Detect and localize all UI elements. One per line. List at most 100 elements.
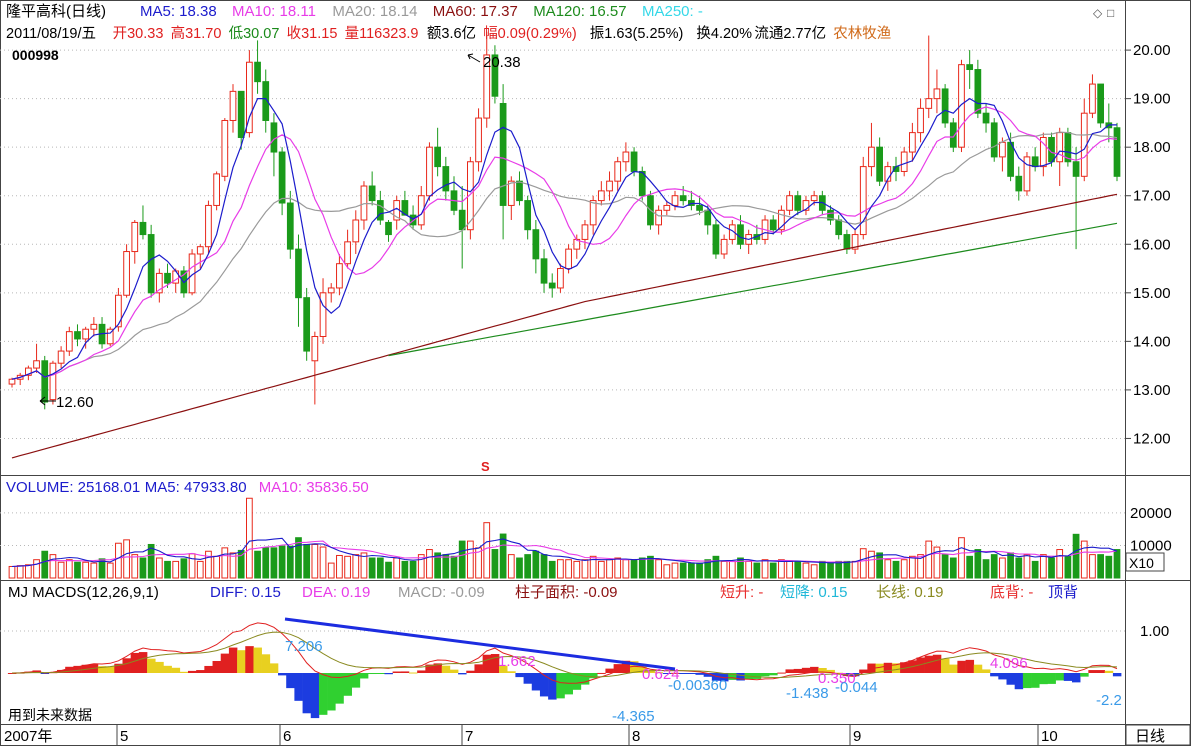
chart-frame — [0, 0, 1191, 746]
volume-tick-label: 20000 — [1130, 505, 1172, 522]
macd-bar — [515, 673, 524, 678]
candle — [368, 171, 376, 206]
candle-body — [655, 209, 662, 226]
candle — [221, 118, 229, 182]
candle — [352, 210, 360, 254]
candle — [229, 84, 237, 133]
macd-bar — [228, 647, 238, 673]
volume-bar — [319, 546, 327, 579]
restore-window-icon[interactable]: □ — [1107, 6, 1114, 20]
macd-bar — [589, 673, 598, 679]
macd-bar — [548, 673, 557, 700]
macd-value-label: 1.662 — [498, 653, 536, 670]
candle — [933, 69, 941, 114]
macd-bar — [793, 668, 803, 673]
volume-bar — [401, 560, 409, 579]
quote-field: 2011/08/19/五 — [6, 26, 96, 42]
candle-body — [925, 98, 933, 109]
volume-bar — [311, 543, 319, 579]
volume-bar — [974, 549, 982, 579]
candle — [557, 263, 564, 293]
macd-bar — [752, 673, 762, 679]
macd-legend: MJ MACDS(12,26,9,1) DIFF: 0.15 DEA: 0.19 MA… — [8, 584, 1078, 601]
candle-body — [352, 219, 360, 243]
volume-bar — [499, 533, 507, 579]
volume-bar — [524, 554, 532, 579]
volume-bar — [491, 549, 499, 579]
macd-bar — [785, 669, 794, 673]
volume-bar — [507, 554, 515, 579]
candle — [925, 35, 933, 119]
diamond-icon[interactable]: ◇ — [1093, 6, 1103, 20]
candle-body — [909, 132, 916, 153]
candle-body — [606, 180, 613, 192]
macd-value-label: -0.044 — [835, 679, 878, 696]
ma120-line — [388, 222, 1118, 357]
volume-bar — [769, 562, 777, 579]
candle-body — [1031, 156, 1039, 168]
volume-bar — [516, 557, 523, 579]
volume-bar — [573, 560, 581, 579]
month-label: 10 — [1041, 728, 1058, 745]
volume-bar — [286, 545, 294, 579]
volume-bars — [8, 497, 1121, 579]
volume-bar — [688, 562, 695, 579]
candle — [835, 215, 843, 240]
macd-value-label: -2.2 — [1096, 692, 1122, 709]
volume-bar — [131, 554, 139, 579]
candle-body — [286, 202, 294, 250]
macd-bar — [801, 667, 811, 673]
volume-legend-item: VOLUME: 25168.01 — [6, 479, 140, 496]
macd-bar — [245, 646, 254, 673]
macd-bar — [417, 670, 426, 673]
candle — [426, 142, 433, 201]
candle — [417, 186, 425, 230]
volume-bar — [892, 560, 900, 579]
macd-legend-item: MJ MACDS(12,26,9,1) — [8, 584, 159, 601]
period-label[interactable]: 日线 — [1135, 728, 1165, 745]
volume-bar — [115, 542, 122, 579]
candle-body — [499, 102, 507, 206]
quote-field: 开30.33 — [113, 26, 164, 42]
price-tick-label: 13.00 — [1133, 382, 1171, 399]
volume-bar — [295, 537, 302, 579]
volume-bar — [221, 547, 229, 579]
macd-legend-item: MACD: -0.09 — [398, 584, 485, 601]
candle — [597, 181, 605, 206]
candle-body — [57, 350, 65, 364]
candle — [655, 205, 662, 235]
volume-bar — [1113, 549, 1121, 579]
volume-bar — [900, 559, 908, 579]
candle-body — [426, 146, 433, 197]
volume-bar — [663, 564, 671, 579]
candle — [1056, 127, 1064, 187]
candle-body — [123, 251, 130, 296]
candle-body — [589, 200, 597, 226]
candle — [868, 122, 875, 177]
volume-bar — [843, 560, 851, 579]
macd-bar — [597, 672, 606, 674]
macd-bar — [318, 673, 328, 715]
candle-body — [671, 195, 679, 206]
volume-bar — [778, 559, 785, 579]
ma-legend-item: MA5: 18.38 — [140, 3, 217, 20]
volume-bar — [941, 554, 949, 579]
macd-bar — [376, 673, 385, 674]
candle — [516, 171, 523, 206]
macd-bar — [1096, 670, 1106, 673]
candle — [1113, 122, 1121, 182]
macd-bar — [760, 673, 770, 677]
volume-bar — [41, 550, 49, 579]
candle — [270, 113, 278, 177]
volume-bar — [155, 557, 163, 579]
macd-bar — [965, 659, 975, 673]
macd-bar — [1047, 673, 1056, 684]
macd-bar — [687, 673, 696, 674]
quote-field: 换4.20% — [696, 25, 752, 42]
price-tick-label: 20.00 — [1133, 42, 1171, 59]
macd-bar — [1039, 673, 1048, 685]
volume-bar — [753, 562, 761, 579]
stock-code: 000998 — [12, 47, 59, 63]
macd-bar — [171, 667, 181, 673]
volume-bar — [90, 562, 98, 579]
